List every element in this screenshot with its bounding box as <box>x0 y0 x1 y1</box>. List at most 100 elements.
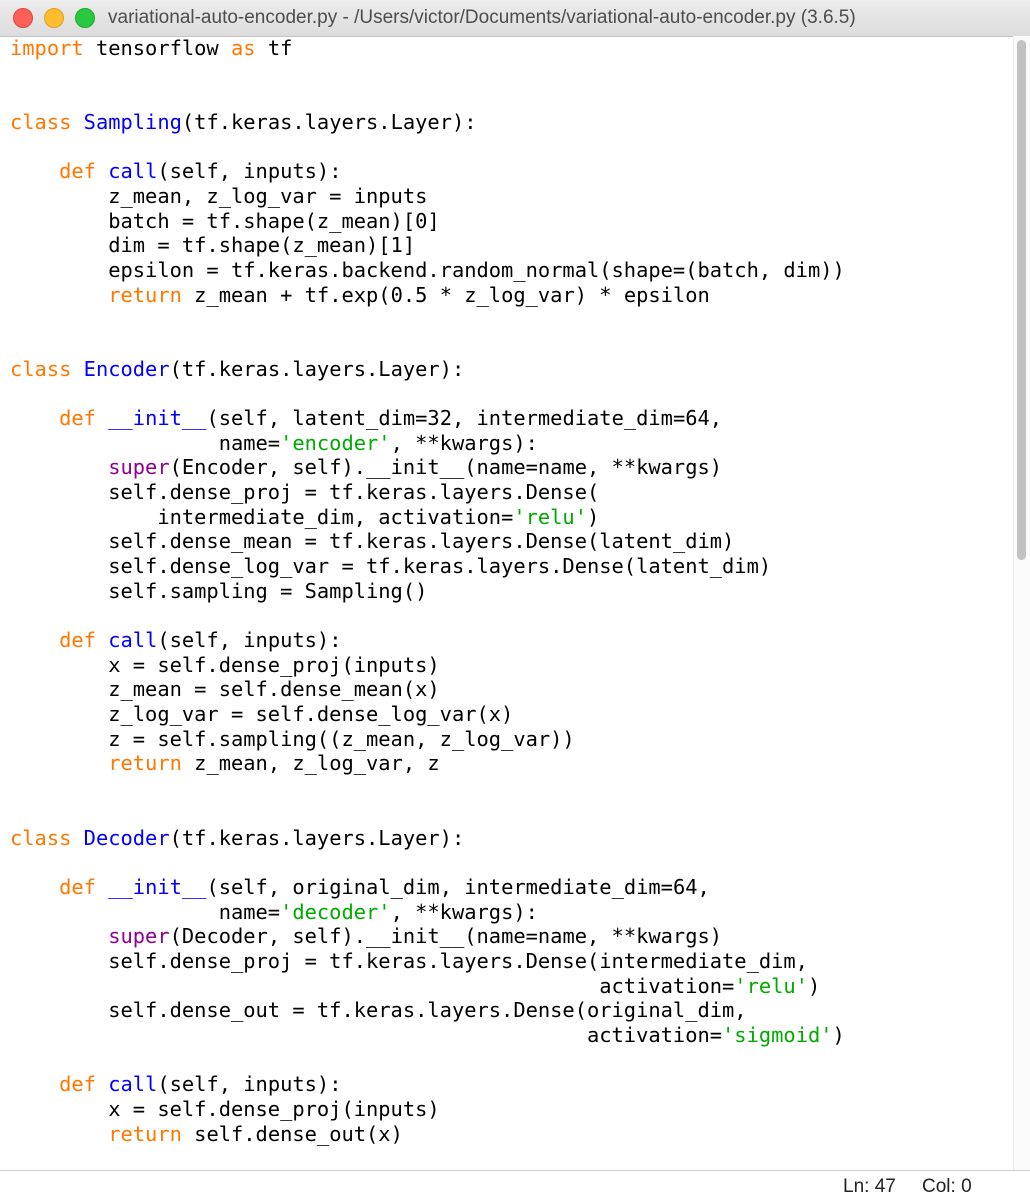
code-token-plain: dim = tf.shape(z_mean)[1] <box>10 233 416 258</box>
code-line: def call(self, inputs): <box>10 1072 845 1097</box>
code-token-builtin: super <box>108 455 170 480</box>
code-line: def __init__(self, original_dim, interme… <box>10 875 845 900</box>
code-line: self.sampling = Sampling() <box>10 579 845 604</box>
code-token-plain: z_mean, z_log_var = inputs <box>10 184 428 209</box>
code-line: return z_mean + tf.exp(0.5 * z_log_var) … <box>10 283 845 308</box>
code-line: class Sampling(tf.keras.layers.Layer): <box>10 110 845 135</box>
code-line: z_log_var = self.dense_log_var(x) <box>10 702 845 727</box>
code-token-keyword: class <box>10 356 72 381</box>
code-token-def: Encoder <box>83 356 170 381</box>
code-token-keyword: def <box>59 1072 96 1097</box>
code-token-plain: z_mean + tf.exp(0.5 * z_log_var) * epsil… <box>181 282 710 307</box>
code-text-area[interactable]: import tensorflow as tf class Sampling(tf… <box>10 36 845 1146</box>
code-token-plain: x = self.dense_proj(inputs) <box>10 652 440 677</box>
code-token-plain: self.dense_proj = tf.keras.layers.Dense(… <box>10 948 808 973</box>
code-line: def call(self, inputs): <box>10 628 845 653</box>
code-token-def: call <box>108 628 158 653</box>
code-token-plain: activation= <box>10 973 735 998</box>
code-token-string: 'relu' <box>513 504 587 529</box>
code-line: x = self.dense_proj(inputs) <box>10 1097 845 1122</box>
code-line: self.dense_log_var = tf.keras.layers.Den… <box>10 554 845 579</box>
code-token-plain: , **kwargs): <box>390 430 538 455</box>
code-token-plain: batch = tf.shape(z_mean)[0] <box>10 208 440 233</box>
code-line: z_mean = self.dense_mean(x) <box>10 677 845 702</box>
code-token-plain: (tf.keras.layers.Layer): <box>169 356 465 381</box>
code-token-plain: name= <box>10 899 281 924</box>
code-token-plain: z = self.sampling((z_mean, z_log_var)) <box>10 726 575 751</box>
code-line: def call(self, inputs): <box>10 159 845 184</box>
code-token-keyword: return <box>108 282 182 307</box>
code-token-def: __init__ <box>108 406 207 431</box>
code-line: dim = tf.shape(z_mean)[1] <box>10 233 845 258</box>
vertical-scrollbar[interactable] <box>1013 36 1030 1170</box>
code-token-plain: self.dense_out(x) <box>181 1121 403 1146</box>
code-token-plain: tf <box>255 36 293 60</box>
code-line: return z_mean, z_log_var, z <box>10 751 845 776</box>
idle-editor-window: variational-auto-encoder.py - /Users/vic… <box>0 0 1030 1200</box>
code-line: self.dense_mean = tf.keras.layers.Dense(… <box>10 529 845 554</box>
code-token-keyword: def <box>59 406 96 431</box>
code-line: class Encoder(tf.keras.layers.Layer): <box>10 357 845 382</box>
code-token-plain: (self, latent_dim=32, intermediate_dim=6… <box>206 406 723 431</box>
code-token-plain: activation= <box>10 1022 723 1047</box>
code-token-plain: (tf.keras.layers.Layer): <box>169 825 465 850</box>
code-line: self.dense_proj = tf.keras.layers.Dense(… <box>10 949 845 974</box>
window-title: variational-auto-encoder.py - /Users/vic… <box>108 7 856 28</box>
status-bar: Ln: 47 Col: 0 <box>0 1170 1030 1200</box>
cursor-line-indicator: Ln: 47 <box>843 1176 896 1197</box>
code-token-string: 'sigmoid' <box>722 1022 833 1047</box>
code-line: x = self.dense_proj(inputs) <box>10 653 845 678</box>
code-line: activation='relu') <box>10 974 845 999</box>
minimize-window-button[interactable] <box>44 8 64 28</box>
code-token-plain: name= <box>10 430 281 455</box>
code-line: super(Encoder, self).__init__(name=name,… <box>10 455 845 480</box>
code-line: intermediate_dim, activation='relu') <box>10 505 845 530</box>
code-token-plain: (tf.keras.layers.Layer): <box>181 110 477 135</box>
code-token-plain: (self, original_dim, intermediate_dim=64… <box>206 874 710 899</box>
code-token-plain: (self, inputs): <box>157 628 342 653</box>
code-line: epsilon = tf.keras.backend.random_normal… <box>10 258 845 283</box>
close-window-button[interactable] <box>13 8 33 28</box>
code-token-plain: self.dense_proj = tf.keras.layers.Dense( <box>10 480 600 505</box>
cursor-column-indicator: Col: 0 <box>922 1176 972 1197</box>
code-line: name='decoder', **kwargs): <box>10 900 845 925</box>
scrollbar-thumb[interactable] <box>1017 40 1026 560</box>
code-token-plain: (self, inputs): <box>157 1072 342 1097</box>
title-bar[interactable]: variational-auto-encoder.py - /Users/vic… <box>0 0 1030 37</box>
code-token-def: call <box>108 159 158 184</box>
code-token-def: Decoder <box>83 825 170 850</box>
code-token-plain: ) <box>587 504 600 529</box>
code-token-keyword: class <box>10 110 72 135</box>
code-token-string: 'relu' <box>734 973 808 998</box>
code-token-plain: ) <box>832 1022 845 1047</box>
code-editor[interactable]: import tensorflow as tf class Sampling(tf… <box>0 36 1030 1170</box>
code-token-plain: (Decoder, self).__init__(name=name, **kw… <box>169 924 723 949</box>
zoom-window-button[interactable] <box>75 8 95 28</box>
code-line: activation='sigmoid') <box>10 1023 845 1048</box>
code-token-keyword: return <box>108 1121 182 1146</box>
code-line: def __init__(self, latent_dim=32, interm… <box>10 406 845 431</box>
